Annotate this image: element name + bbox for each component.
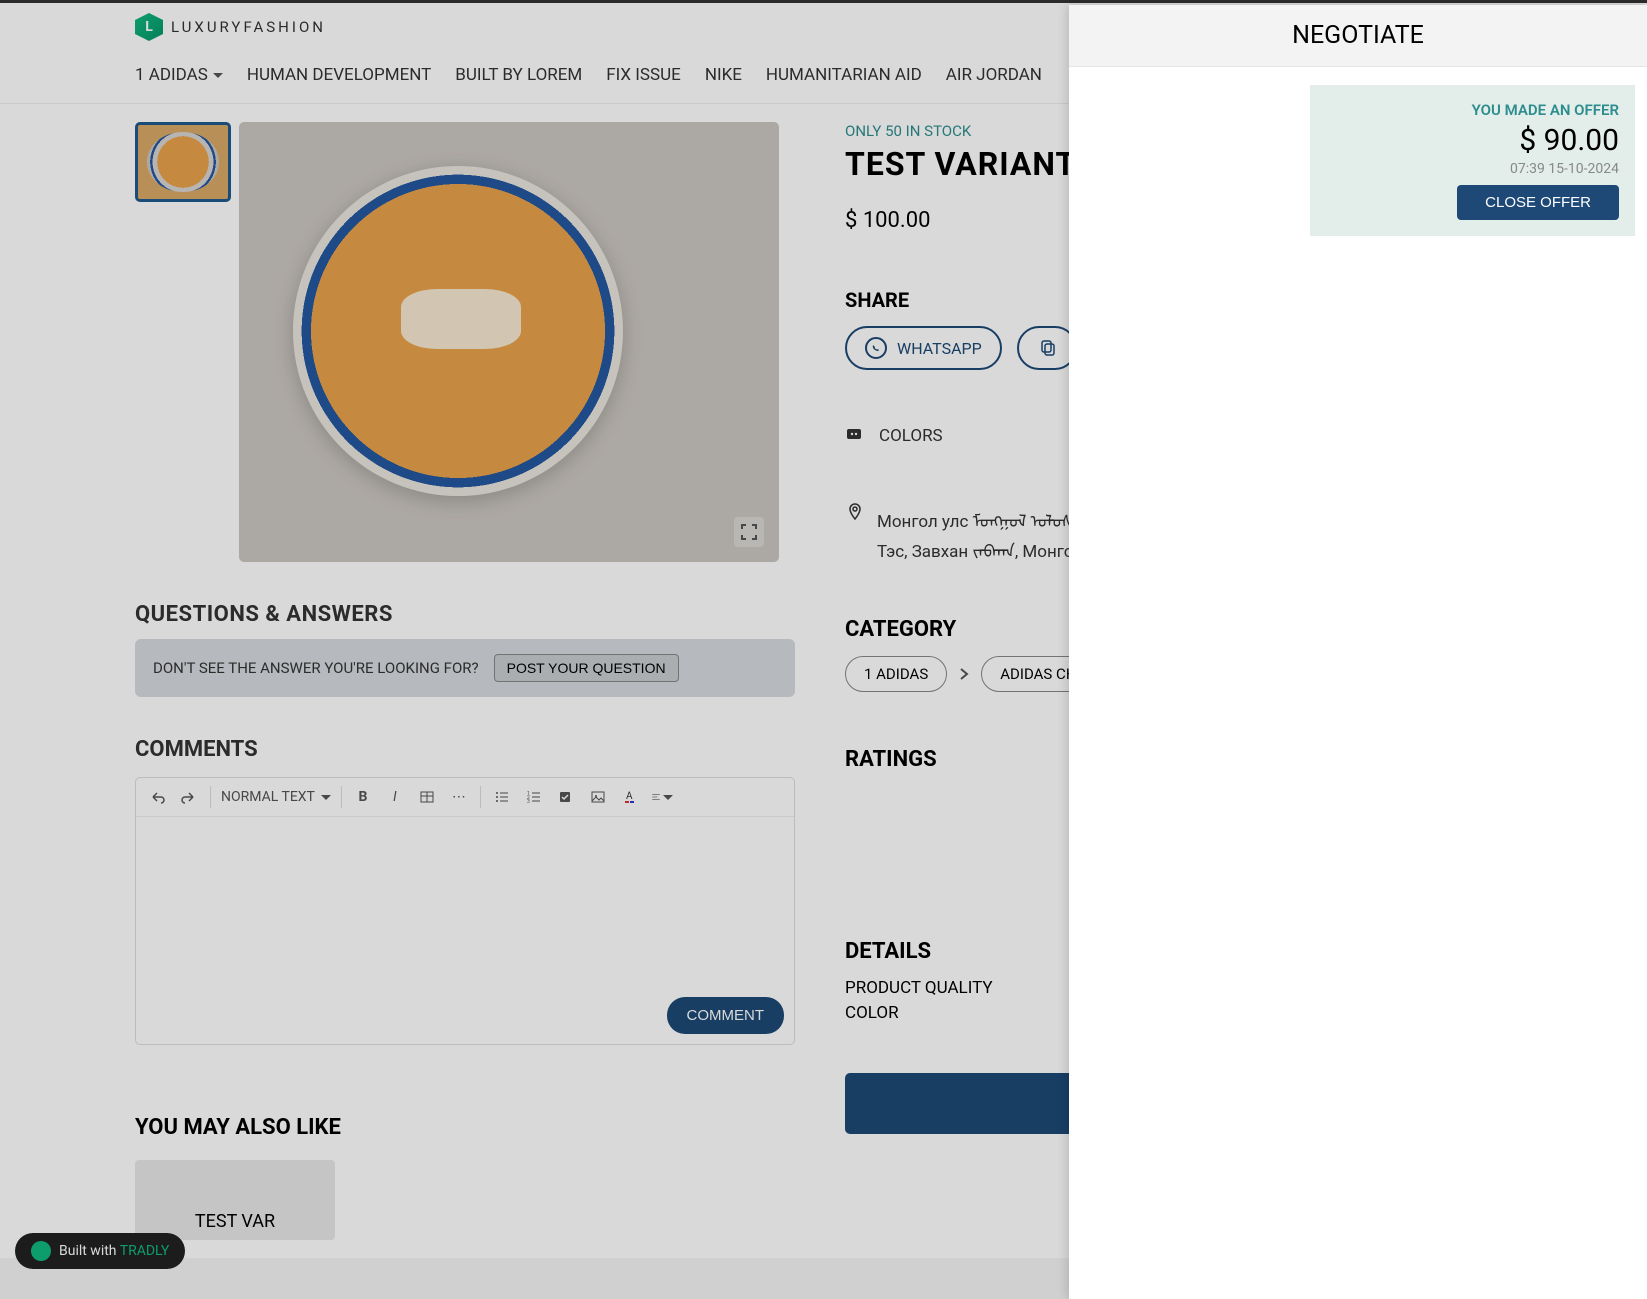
offer-timestamp: 07:39 15-10-2024 xyxy=(1326,161,1619,177)
negotiate-panel: NEGOTIATE YOU MADE AN OFFER $ 90.00 07:3… xyxy=(1069,5,1647,1299)
offer-amount: $ 90.00 xyxy=(1326,123,1619,158)
offer-card: YOU MADE AN OFFER $ 90.00 07:39 15-10-20… xyxy=(1310,85,1635,236)
offer-label: YOU MADE AN OFFER xyxy=(1326,101,1619,119)
close-offer-button[interactable]: CLOSE OFFER xyxy=(1457,185,1619,220)
panel-title: NEGOTIATE xyxy=(1069,5,1647,67)
